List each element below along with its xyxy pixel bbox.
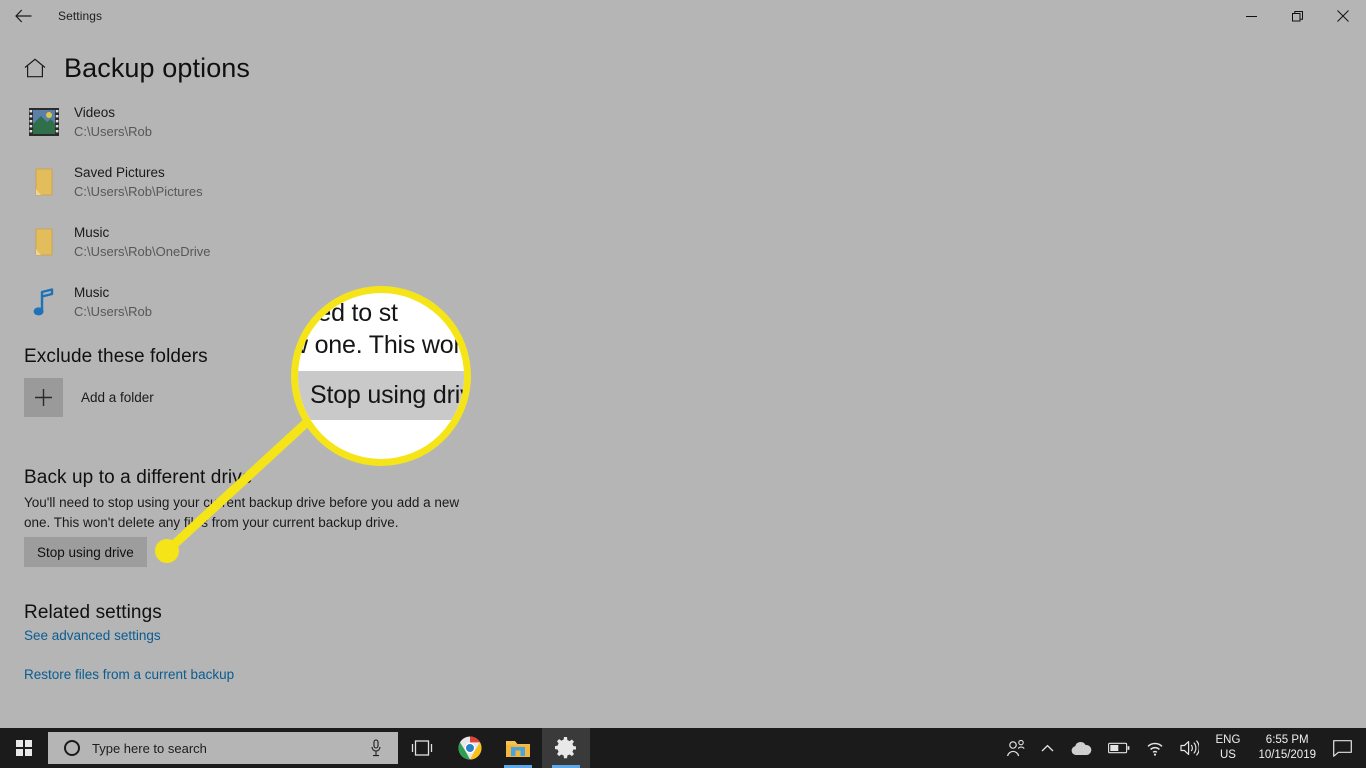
people-icon — [1006, 739, 1025, 756]
folder-path: C:\Users\Rob\OneDrive — [74, 244, 211, 259]
settings-gear-icon — [555, 737, 576, 759]
folder-name: Music — [74, 225, 110, 240]
cortana-circle-icon — [64, 740, 80, 756]
window-title: Settings — [58, 9, 103, 23]
exclude-folders-heading: Exclude these folders — [24, 346, 208, 367]
system-tray: ENG US 6:55 PM 10/15/2019 — [998, 728, 1366, 768]
list-item[interactable]: Music C:\Users\Rob — [24, 272, 544, 332]
list-item[interactable]: Music C:\Users\Rob\OneDrive — [24, 212, 544, 272]
task-view-button[interactable] — [398, 728, 446, 768]
plus-icon — [24, 378, 63, 417]
start-button[interactable] — [0, 728, 48, 768]
magnified-text-line-1: need to st — [291, 299, 398, 327]
task-view-icon — [411, 740, 433, 756]
home-icon[interactable] — [24, 58, 46, 78]
language-line-2: US — [1219, 749, 1236, 761]
magnified-button-label: Stop using drive — [310, 381, 471, 409]
taskbar: Type here to search ENG US 6:55 PM 10/15… — [0, 728, 1366, 768]
music-note-icon — [24, 282, 64, 322]
page-header: Backup options — [24, 52, 250, 84]
notification-icon — [1333, 739, 1352, 757]
notification-center-button[interactable] — [1325, 739, 1366, 757]
different-drive-description: You'll need to stop using your current b… — [24, 495, 460, 530]
restore-button[interactable] — [1274, 0, 1320, 32]
folder-icon — [24, 222, 64, 262]
battery-button[interactable] — [1100, 728, 1138, 768]
close-icon — [1337, 10, 1349, 22]
clock-date: 10/15/2019 — [1258, 749, 1316, 761]
backup-folder-list: Videos C:\Users\Rob Saved Pictures C:\Us… — [24, 92, 544, 332]
restore-files-link[interactable]: Restore files from a current backup — [24, 667, 234, 682]
file-explorer-icon — [506, 741, 530, 757]
magnifier-content: need to st w one. This won Stop using dr… — [298, 293, 464, 459]
video-thumbnail-icon — [24, 102, 64, 142]
windows-logo-icon — [15, 739, 33, 757]
show-hidden-icons-button[interactable] — [1033, 728, 1062, 768]
callout-anchor-dot — [155, 539, 179, 563]
close-button[interactable] — [1320, 0, 1366, 32]
search-placeholder: Type here to search — [92, 740, 207, 756]
folder-path: C:\Users\Rob — [74, 124, 153, 139]
page-title: Backup options — [64, 53, 251, 83]
wifi-icon — [1146, 742, 1163, 756]
chevron-up-icon — [1041, 744, 1053, 751]
folder-name: Music — [74, 285, 110, 300]
see-advanced-settings-link[interactable]: See advanced settings — [24, 628, 161, 643]
chrome-icon — [458, 736, 482, 760]
network-button[interactable] — [1138, 728, 1172, 768]
minimize-icon — [1245, 15, 1257, 17]
back-arrow-icon — [14, 9, 31, 23]
search-input[interactable]: Type here to search — [48, 732, 398, 764]
folder-path: C:\Users\Rob\Pictures — [74, 184, 203, 199]
different-drive-heading: Back up to a different drive — [24, 467, 253, 488]
folder-name: Saved Pictures — [74, 165, 165, 180]
stop-using-drive-button[interactable]: Stop using drive — [24, 537, 147, 567]
file-explorer-button[interactable] — [494, 728, 542, 768]
magnifier-circle: need to st w one. This won Stop using dr… — [291, 286, 471, 466]
clock-time: 6:55 PM — [1265, 734, 1309, 746]
battery-icon — [1107, 742, 1129, 754]
onedrive-button[interactable] — [1062, 728, 1100, 768]
clock[interactable]: 6:55 PM 10/15/2019 — [1249, 733, 1325, 763]
speaker-icon — [1179, 740, 1199, 756]
window-title-bar: Settings — [0, 0, 1366, 32]
back-button[interactable] — [0, 0, 46, 32]
settings-button[interactable] — [542, 728, 590, 768]
chrome-button[interactable] — [446, 728, 494, 768]
add-folder-label: Add a folder — [81, 390, 154, 405]
microphone-icon[interactable] — [370, 739, 382, 757]
folder-path: C:\Users\Rob — [74, 304, 153, 319]
add-folder-button[interactable]: Add a folder — [24, 378, 154, 417]
list-item[interactable]: Videos C:\Users\Rob — [24, 92, 544, 152]
minimize-button[interactable] — [1228, 0, 1274, 32]
onedrive-cloud-icon — [1071, 741, 1091, 755]
volume-button[interactable] — [1172, 728, 1207, 768]
related-settings-heading: Related settings — [24, 602, 162, 623]
folder-icon — [24, 162, 64, 202]
folder-name: Videos — [74, 105, 116, 120]
people-button[interactable] — [998, 728, 1033, 768]
window-controls — [1228, 0, 1366, 32]
language-line-1: ENG — [1215, 734, 1241, 746]
language-indicator[interactable]: ENG US — [1207, 733, 1250, 763]
magnified-text-line-2: w one. This won — [291, 331, 468, 359]
restore-icon — [1291, 10, 1303, 21]
list-item[interactable]: Saved Pictures C:\Users\Rob\Pictures — [24, 152, 544, 212]
